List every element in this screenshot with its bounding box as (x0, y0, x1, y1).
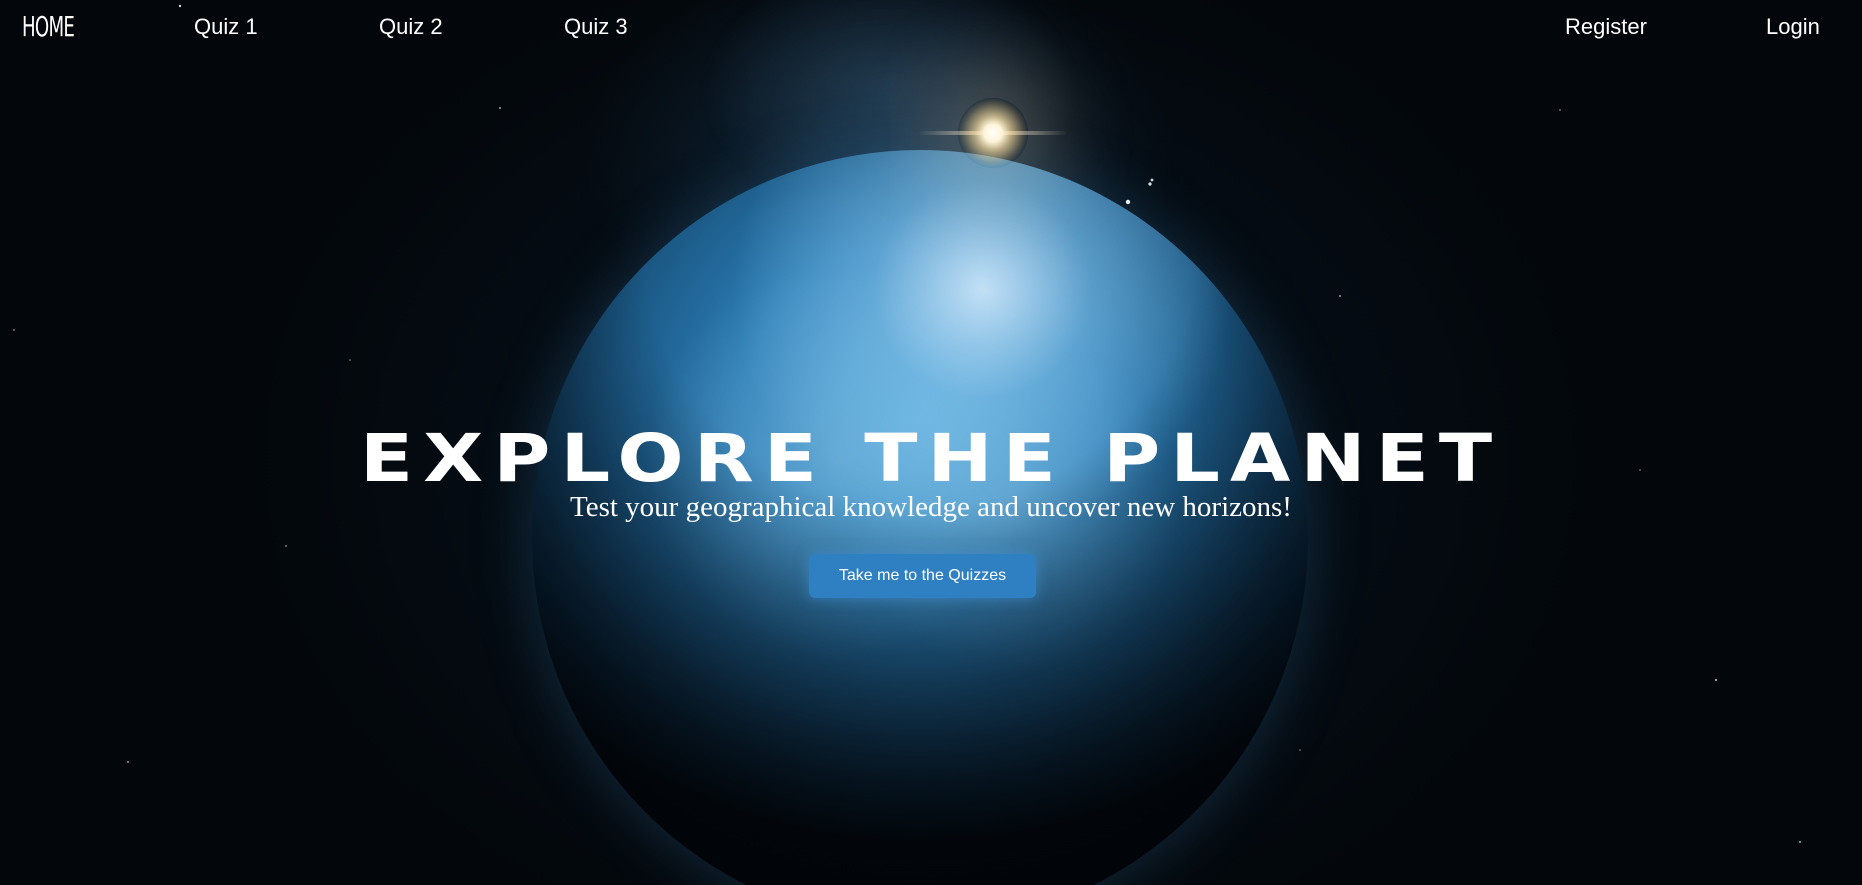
sun-glow (958, 98, 1028, 168)
top-navigation: HOME Quiz 1 Quiz 2 Quiz 3 Register Login (0, 0, 1862, 60)
nav-login-link[interactable]: Login (1766, 14, 1820, 40)
take-me-to-quizzes-button[interactable]: Take me to the Quizzes (809, 554, 1036, 598)
nav-quiz-1-link[interactable]: Quiz 1 (194, 14, 258, 40)
hero-subtitle: Test your geographical knowledge and unc… (570, 491, 1292, 523)
nav-home-link[interactable]: HOME (22, 10, 75, 43)
nav-register-link[interactable]: Register (1565, 14, 1647, 40)
nav-quiz-2-link[interactable]: Quiz 2 (379, 14, 443, 40)
landing-page: HOME Quiz 1 Quiz 2 Quiz 3 Register Login… (0, 0, 1862, 885)
nav-quiz-3-link[interactable]: Quiz 3 (564, 14, 628, 40)
hero-title: EXPLORE THE PLANET (359, 421, 1503, 498)
